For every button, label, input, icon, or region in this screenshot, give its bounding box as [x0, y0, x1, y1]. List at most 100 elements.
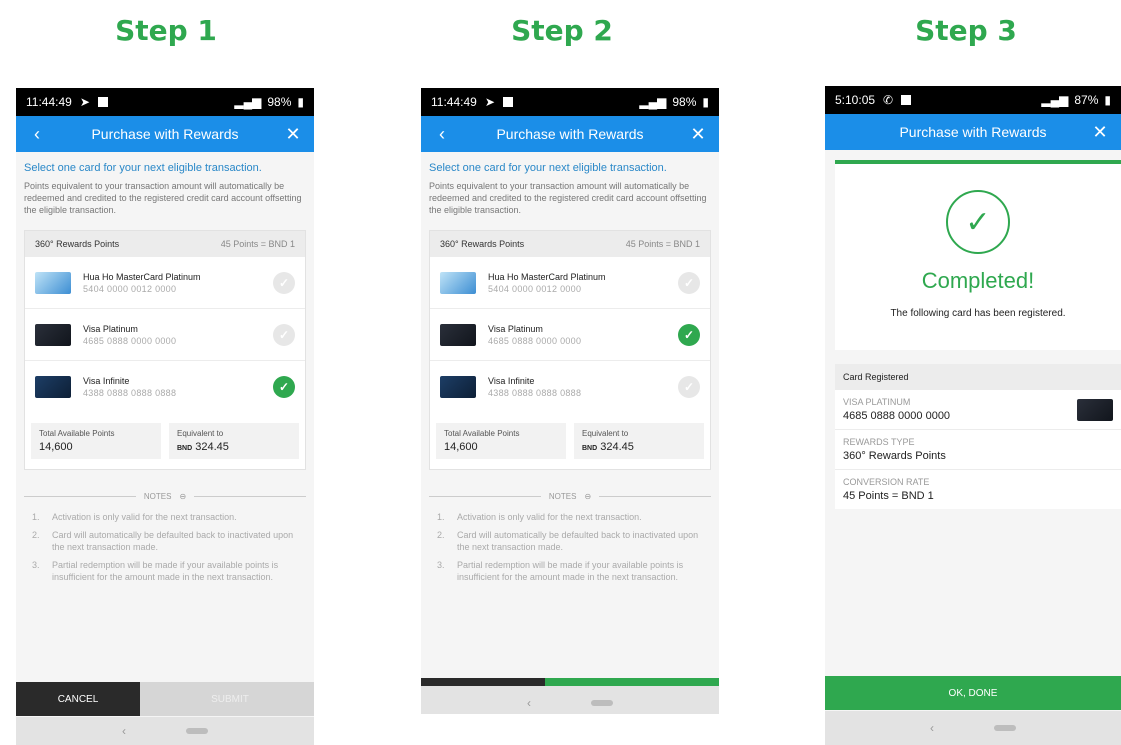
- notes-separator[interactable]: NOTES ⊖: [24, 492, 307, 501]
- card-image: [35, 376, 71, 398]
- image-icon: [901, 95, 912, 105]
- app-bar: Purchase with Rewards ✕: [825, 114, 1121, 150]
- phone-step-3: 5:10:05 ✆ ▂▄▆ 87% ▮ Purchase with Rewards ✕…: [825, 86, 1121, 745]
- note-item: 3. Partial redemption will be made if you…: [32, 560, 279, 582]
- image-icon: [502, 97, 513, 107]
- card-image: [440, 271, 476, 294]
- signal-icon: ▂▄▆: [639, 95, 667, 109]
- check-icon[interactable]: ✓: [678, 376, 700, 398]
- check-icon[interactable]: ✓: [678, 323, 700, 346]
- card-row-visa-platinum[interactable]: Visa Platinum 4685 0888 0000 0000 ✓: [430, 309, 710, 361]
- card-name: Visa Platinum: [83, 323, 138, 334]
- signal-icon: ▂▄▆: [1041, 93, 1069, 107]
- conversion-rate: 45 Points = BND 1: [625, 239, 700, 249]
- notes-separator[interactable]: NOTES ⊖: [429, 492, 712, 501]
- note-item: 2. Card will automatically be defaulted b…: [437, 530, 699, 552]
- status-time: 11:44:49: [431, 95, 477, 109]
- card-image: [440, 323, 476, 346]
- ok-done-button[interactable]: OK, DONE: [825, 676, 1121, 710]
- check-icon[interactable]: ✓: [273, 323, 295, 346]
- battery-icon: ▮: [1104, 93, 1111, 107]
- card-image: [440, 376, 476, 398]
- card-row-visa-platinum[interactable]: Visa Platinum 4685 0888 0000 0000 ✓: [25, 309, 305, 361]
- page-title: Purchase with Rewards: [496, 126, 644, 142]
- card-number: 5404 0000 0012 0000: [488, 283, 582, 294]
- navigation-icon: ➤: [484, 95, 495, 109]
- close-icon[interactable]: ✕: [282, 124, 304, 145]
- page-title: Purchase with Rewards: [899, 124, 1047, 140]
- system-nav-bar: ‹: [825, 711, 1121, 745]
- phone-step-1: 11:44:49 ➤ ▂▄▆ 98% ▮ ‹ Purchase with Reward…: [16, 88, 314, 745]
- completed-title: Completed!: [921, 268, 1035, 293]
- battery-level: 98%: [267, 95, 292, 109]
- signal-icon: ▂▄▆: [234, 95, 262, 109]
- completion-panel: ✓ Completed! The following card has been…: [835, 160, 1121, 350]
- home-pill[interactable]: [591, 700, 613, 706]
- close-icon[interactable]: ✕: [687, 124, 709, 145]
- card-list: 360° Rewards Points 45 Points = BND 1 Hua…: [24, 230, 306, 470]
- check-icon[interactable]: ✓: [273, 271, 295, 294]
- card-number: 4685 0888 0000 0000: [488, 335, 582, 346]
- step-3-title: Step 3: [915, 14, 1017, 47]
- status-bar: 11:44:49 ➤ ▂▄▆ 98% ▮: [421, 88, 719, 116]
- system-nav-bar: ‹: [421, 686, 719, 714]
- card-image: [1077, 398, 1113, 421]
- conversion-rate-row: CONVERSION RATE 45 Points = BND 1: [843, 477, 934, 502]
- registered-card-panel: Card Registered VISA PLATINUM 4685 0888 0…: [835, 364, 1121, 509]
- card-number: 4685 0888 0000 0000: [83, 335, 177, 346]
- rewards-label: 360° Rewards Points: [440, 239, 525, 249]
- rewards-type-row: REWARDS TYPE 360° Rewards Points: [835, 430, 1121, 470]
- notes-list: 1. Activation is only valid for the next …: [24, 511, 306, 583]
- collapse-icon: ⊖: [179, 492, 187, 501]
- card-name: Hua Ho MasterCard Platinum: [83, 271, 201, 282]
- completed-subtitle: The following card has been registered.: [890, 308, 1066, 319]
- home-pill[interactable]: [994, 725, 1016, 731]
- battery-level: 98%: [672, 95, 697, 109]
- registered-header: Card Registered: [835, 364, 1121, 390]
- success-check-icon: ✓: [946, 190, 1010, 254]
- card-image: [35, 323, 71, 346]
- note-item: 1. Activation is only valid for the next …: [437, 512, 642, 522]
- chat-icon: ✆: [883, 93, 894, 107]
- conversion-rate: 45 Points = BND 1: [220, 239, 295, 249]
- check-icon[interactable]: ✓: [273, 376, 295, 398]
- back-nav-icon[interactable]: ‹: [527, 696, 531, 710]
- card-number: 4388 0888 0888 0888: [83, 388, 177, 398]
- registered-card-row: VISA PLATINUM 4685 0888 0000 0000: [835, 390, 1121, 430]
- app-bar: ‹ Purchase with Rewards ✕: [16, 116, 314, 152]
- check-icon[interactable]: ✓: [678, 271, 700, 294]
- back-nav-icon[interactable]: ‹: [930, 721, 934, 735]
- step-1-title: Step 1: [115, 14, 217, 47]
- status-time: 11:44:49: [26, 95, 72, 109]
- card-name: Visa Infinite: [83, 376, 130, 386]
- image-icon: [97, 97, 108, 107]
- battery-level: 87%: [1074, 93, 1099, 107]
- headline: Select one card for your next eligible t…: [24, 162, 262, 174]
- cancel-button[interactable]: CANCEL: [16, 682, 140, 716]
- back-nav-icon[interactable]: ‹: [122, 724, 126, 738]
- note-item: 3. Partial redemption will be made if you…: [437, 560, 684, 582]
- card-name: Visa Infinite: [488, 376, 535, 386]
- description: Points equivalent to your transaction am…: [24, 181, 302, 215]
- phone-step-2: 11:44:49 ➤ ▂▄▆ 98% ▮ ‹ Purchase with Reward…: [421, 88, 719, 714]
- battery-icon: ▮: [297, 95, 304, 109]
- status-time: 5:10:05: [835, 93, 876, 107]
- status-bar: 11:44:49 ➤ ▂▄▆ 98% ▮: [16, 88, 314, 116]
- card-row-visa-infinite[interactable]: Visa Infinite 4388 0888 0888 0888 ✓: [25, 361, 305, 413]
- rewards-label: 360° Rewards Points: [35, 239, 120, 249]
- headline: Select one card for your next eligible t…: [429, 162, 667, 174]
- equivalent-amount: Equivalent to BND 324.45: [574, 423, 704, 459]
- home-pill[interactable]: [186, 728, 208, 734]
- page-title: Purchase with Rewards: [91, 126, 239, 142]
- notes-list: 1. Activation is only valid for the next …: [429, 511, 711, 583]
- card-row-mastercard[interactable]: Hua Ho MasterCard Platinum 5404 0000 0012…: [430, 257, 710, 309]
- card-name: Hua Ho MasterCard Platinum: [488, 271, 606, 282]
- back-icon[interactable]: ‹: [431, 124, 453, 145]
- card-row-visa-infinite[interactable]: Visa Infinite 4388 0888 0888 0888 ✓: [430, 361, 710, 413]
- note-item: 1. Activation is only valid for the next …: [32, 512, 237, 522]
- close-icon[interactable]: ✕: [1089, 122, 1111, 143]
- card-row-mastercard[interactable]: Hua Ho MasterCard Platinum 5404 0000 0012…: [25, 257, 305, 309]
- submit-button[interactable]: SUBMIT: [140, 682, 314, 716]
- equivalent-amount: Equivalent to BND 324.45: [169, 423, 299, 459]
- back-icon[interactable]: ‹: [26, 124, 48, 145]
